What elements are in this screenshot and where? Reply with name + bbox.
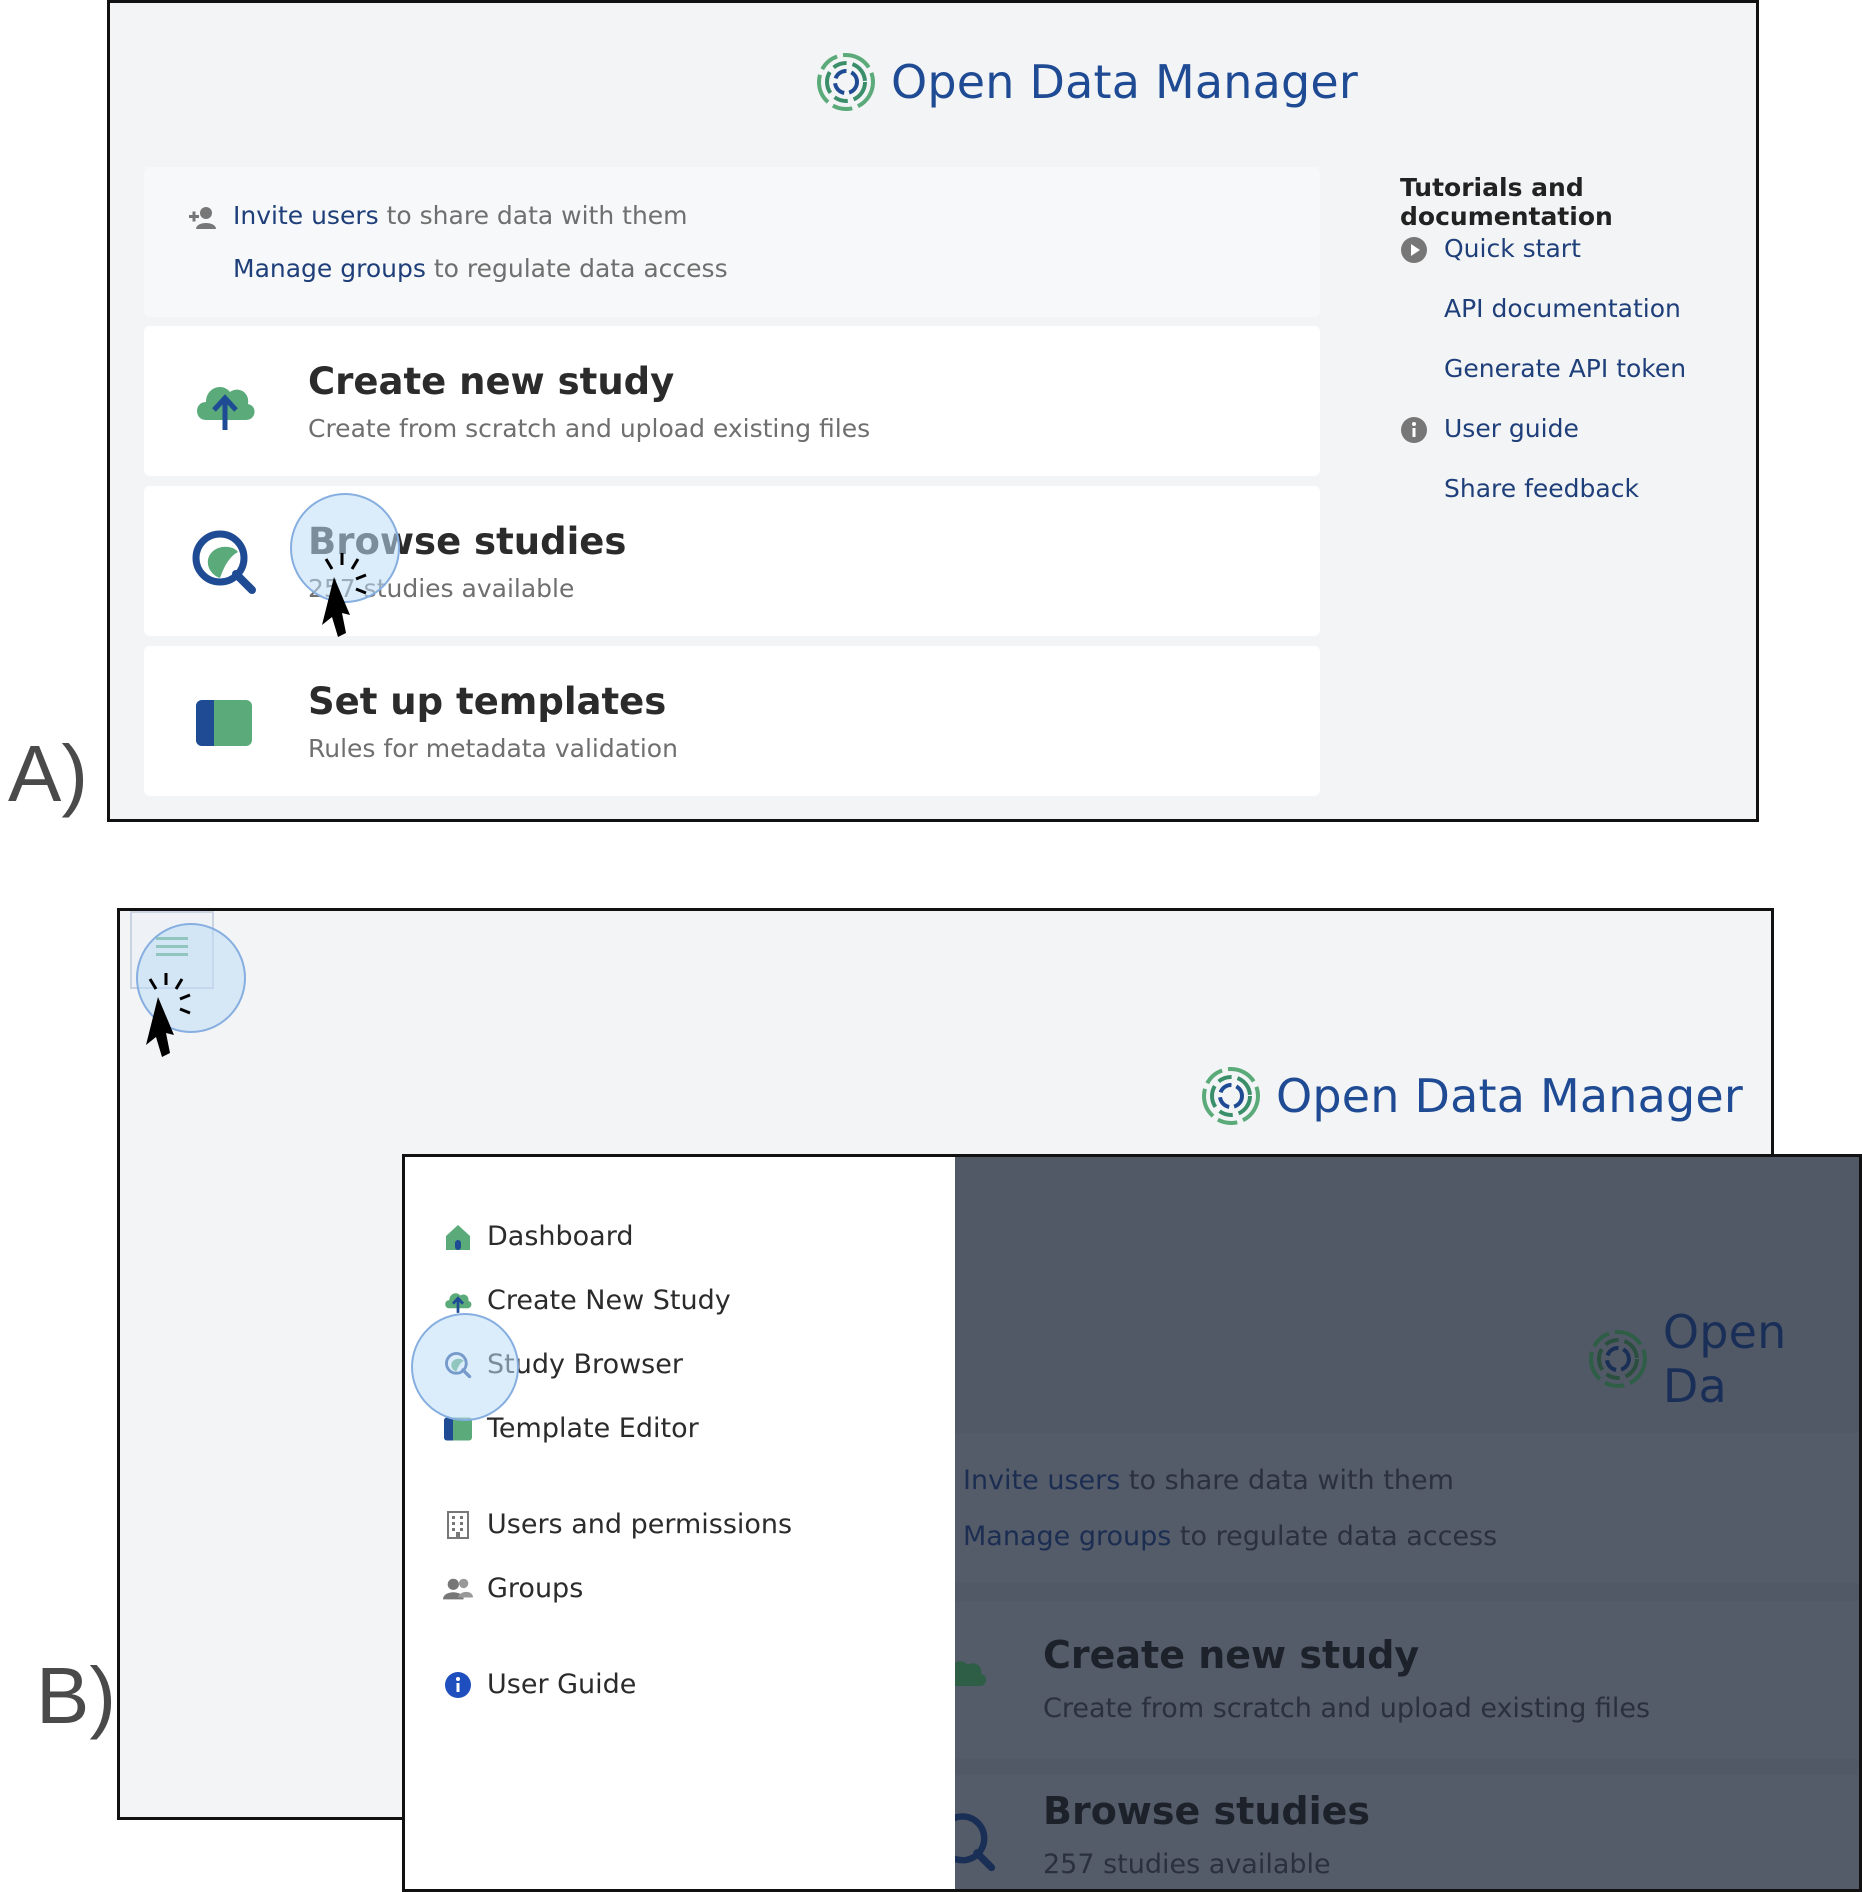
panel-a-label: A): [8, 729, 88, 818]
card-subtitle: Rules for metadata validation: [308, 734, 678, 763]
menu-item-label: Create New Study: [487, 1285, 731, 1316]
card-title: Browse studies: [1043, 1789, 1370, 1833]
menu-item-users-and-permissions[interactable]: Users and permissions: [443, 1509, 792, 1540]
setup-templates-card[interactable]: Set up templates Rules for metadata vali…: [144, 646, 1320, 796]
building-icon: [447, 1510, 469, 1539]
users-icon: [443, 1578, 473, 1599]
cloud-upload-icon: [955, 1661, 987, 1686]
panel-a-screenshot: Open Data Manager Invite users to share …: [107, 0, 1759, 822]
menu-item-label: Dashboard: [487, 1221, 634, 1252]
dimmed-info-card: Invite users to share data with them Man…: [955, 1433, 1859, 1583]
sidebar-link-quick-start[interactable]: Quick start: [1444, 234, 1581, 263]
invite-users-link: Invite users: [963, 1465, 1121, 1496]
menu-item-create-new-study[interactable]: Create New Study: [443, 1285, 731, 1316]
navigation-drawer: Dashboard Create New Study Study Browser…: [405, 1157, 955, 1889]
brand-name: Open Da: [1662, 1305, 1787, 1413]
mouse-cursor-icon: [322, 553, 367, 637]
click-highlight: [411, 1313, 519, 1421]
sidebar-link-api-documentation[interactable]: API documentation: [1444, 294, 1681, 323]
manage-groups-link: Manage groups: [963, 1521, 1172, 1552]
home-icon: [446, 1224, 470, 1250]
navigation-window: Dashboard Create New Study Study Browser…: [402, 1154, 1862, 1892]
info-icon: [1401, 417, 1427, 443]
manage-groups-text: to regulate data access: [425, 254, 728, 283]
search-icon: [955, 1813, 996, 1872]
dimmed-create-card: Create new study Create from scratch and…: [955, 1601, 1859, 1759]
invite-users-link[interactable]: Invite users: [233, 201, 379, 230]
add-user-icon: [189, 207, 216, 229]
template-icon: [196, 700, 252, 746]
card-subtitle: 257 studies available: [1043, 1849, 1331, 1880]
card-title: Create new study: [308, 360, 675, 403]
open-data-manager-logo-icon: [1202, 1067, 1260, 1125]
info-card: Invite users to share data with them Man…: [144, 167, 1320, 317]
menu-item-dashboard[interactable]: Dashboard: [443, 1221, 633, 1252]
app-logo: Open Data Manager: [815, 51, 1358, 113]
card-subtitle: Create from scratch and upload existing …: [308, 414, 871, 443]
manage-groups-link[interactable]: Manage groups: [233, 254, 426, 283]
create-study-card[interactable]: Create new study Create from scratch and…: [144, 326, 1320, 476]
card-title: Create new study: [1043, 1633, 1420, 1677]
sidebar-link-generate-api-token[interactable]: Generate API token: [1444, 354, 1686, 383]
app-logo: Open Da: [1587, 1305, 1859, 1413]
invite-users-text: to share data with them: [378, 201, 688, 230]
app-logo: Open Data Manager: [1200, 1065, 1743, 1127]
menu-item-user-guide[interactable]: User Guide: [443, 1669, 636, 1700]
menu-item-label: Groups: [487, 1573, 584, 1604]
cloud-upload-icon: [445, 1292, 472, 1313]
menu-item-label: User Guide: [487, 1669, 637, 1700]
menu-item-label: Users and permissions: [487, 1509, 793, 1540]
menu-item-groups[interactable]: Groups: [443, 1573, 583, 1604]
dimmed-browse-card: Browse studies 257 studies available: [955, 1775, 1859, 1889]
card-subtitle: Create from scratch and upload existing …: [1043, 1693, 1651, 1724]
info-icon: [445, 1671, 471, 1698]
menu-item-label: Template Editor: [487, 1413, 699, 1444]
play-icon: [1401, 237, 1427, 263]
sidebar-link-share-feedback[interactable]: Share feedback: [1444, 474, 1639, 503]
mouse-cursor-icon: [146, 973, 191, 1057]
open-data-manager-logo-icon: [817, 53, 875, 111]
invite-users-text: to share data with them: [1120, 1465, 1454, 1496]
dimmed-background[interactable]: Open Da Invite users to share data with …: [955, 1157, 1859, 1889]
brand-name: Open Data Manager: [1276, 1069, 1743, 1123]
tutorials-heading: Tutorials and documentation: [1400, 173, 1613, 231]
sidebar-link-user-guide[interactable]: User guide: [1444, 414, 1579, 443]
card-title: Set up templates: [308, 680, 667, 723]
search-icon: [192, 530, 256, 594]
brand-name: Open Data Manager: [891, 55, 1358, 109]
open-data-manager-logo-icon: [1588, 1330, 1647, 1388]
panel-b-label: B): [36, 1651, 116, 1740]
cloud-upload-icon: [197, 387, 255, 430]
manage-groups-text: to regulate data access: [1171, 1521, 1498, 1552]
